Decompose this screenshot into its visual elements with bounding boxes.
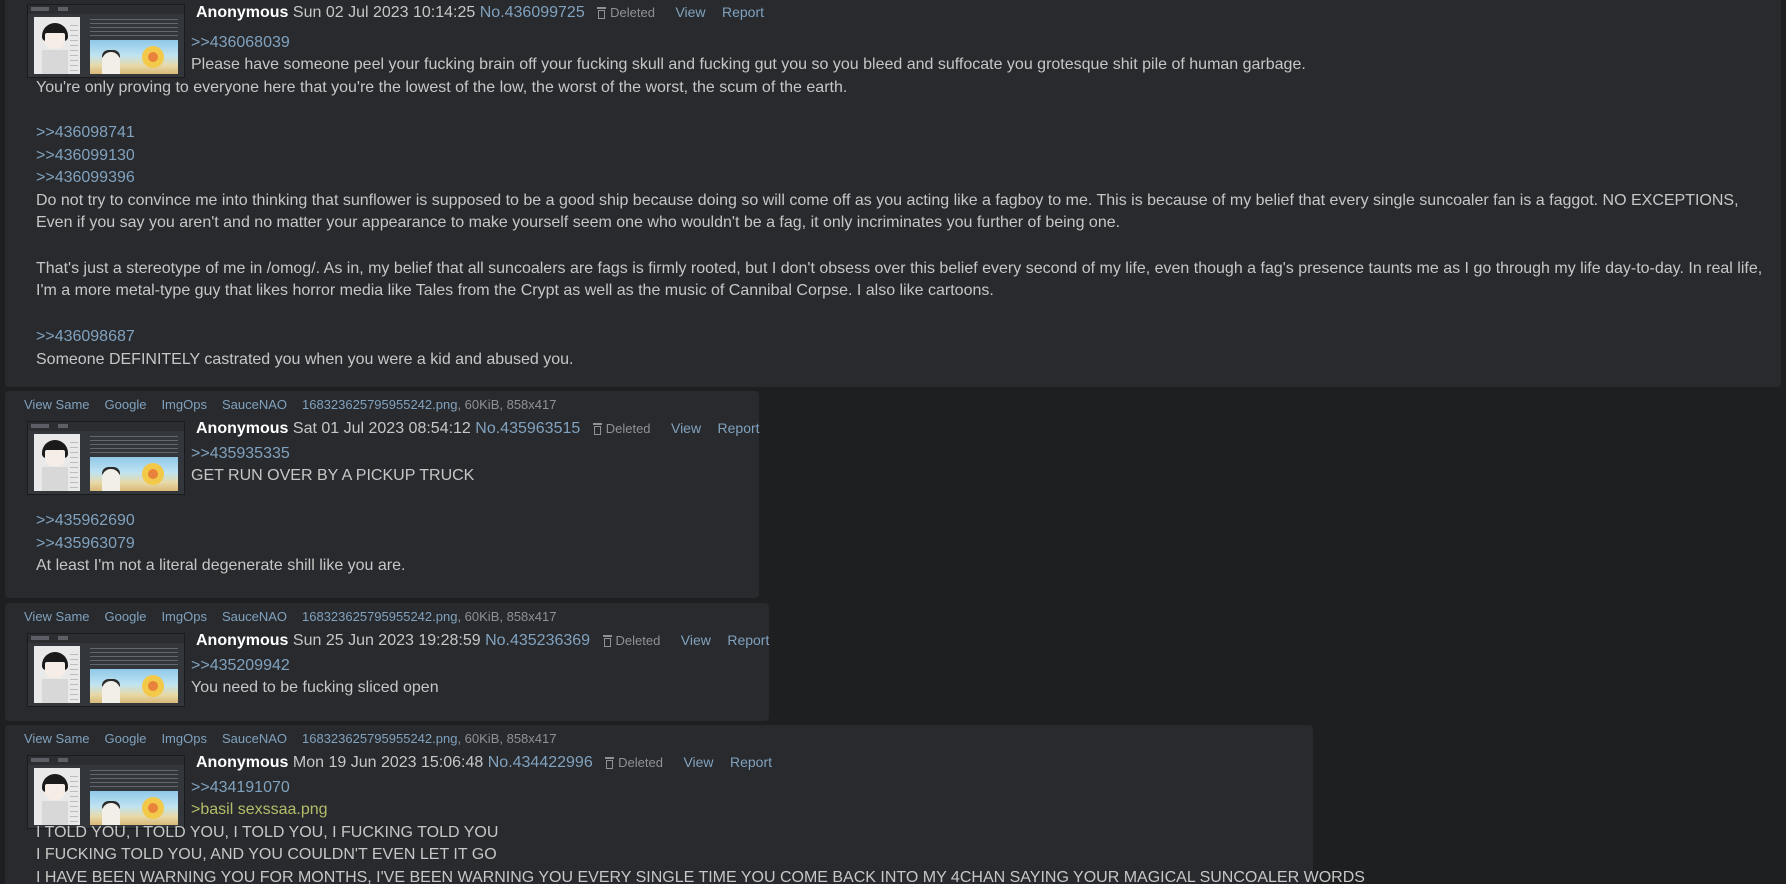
post-header: Anonymous Sun 25 Jun 2023 19:28:59 No.43… (196, 632, 769, 650)
post-text: Do not try to convince me into thinking … (36, 192, 1739, 231)
greentext-line: >basil sexssaa.png (191, 801, 328, 818)
quote-link[interactable]: >>436098687 (36, 326, 135, 348)
post-date: Sun 02 Jul 2023 10:14:25 (292, 4, 476, 21)
google-link[interactable]: Google (105, 731, 147, 746)
quote-link[interactable]: >>436068039 (191, 32, 290, 54)
quote-link[interactable]: >>436099396 (36, 167, 135, 189)
post-thumbnail[interactable] (27, 421, 185, 495)
post-number-link[interactable]: No.436099725 (480, 4, 585, 21)
file-info: View Same Google ImgOps SauceNAO 16832362579… (24, 609, 556, 624)
quote-link[interactable]: >>435209942 (191, 655, 290, 677)
quote-link[interactable]: >>435935335 (191, 443, 290, 465)
post: View Same Google ImgOps SauceNAO 16832362579… (5, 391, 760, 598)
imgops-link[interactable]: ImgOps (161, 731, 207, 746)
google-link[interactable]: Google (105, 609, 147, 624)
report-button[interactable]: Report (718, 420, 760, 436)
file-name-link[interactable]: 168323625795955242.png (302, 397, 457, 412)
post-thumbnail[interactable] (27, 755, 185, 829)
trash-icon (602, 635, 612, 647)
file-name-link[interactable]: 168323625795955242.png (302, 731, 457, 746)
post-date: Sun 25 Jun 2023 19:28:59 (292, 632, 481, 649)
archive-page: Anonymous Sun 02 Jul 2023 10:14:25 No.43… (0, 0, 1786, 884)
post-text: You need to be fucking sliced open (191, 679, 439, 696)
trash-icon (605, 757, 615, 769)
post-text: GET RUN OVER BY A PICKUP TRUCK (191, 467, 475, 484)
poster-name: Anonymous (196, 632, 289, 649)
file-name-link[interactable]: 168323625795955242.png (302, 609, 457, 624)
post-date: Mon 19 Jun 2023 15:06:48 (292, 754, 484, 771)
post: Anonymous Sun 02 Jul 2023 10:14:25 No.43… (5, 0, 1781, 387)
google-link[interactable]: Google (105, 397, 147, 412)
view-button[interactable]: View (681, 632, 711, 648)
file-info: View Same Google ImgOps SauceNAO 16832362579… (24, 397, 556, 412)
quote-link[interactable]: >>434191070 (191, 777, 290, 799)
quote-link[interactable]: >>435962690 (36, 510, 135, 532)
file-meta: , 60KiB, 858x417 (457, 397, 557, 412)
view-same-link[interactable]: View Same (24, 731, 90, 746)
post-text: I TOLD YOU, I TOLD YOU, I TOLD YOU, I FU… (36, 824, 499, 841)
post-header: Anonymous Sun 02 Jul 2023 10:14:25 No.43… (196, 4, 764, 22)
view-button[interactable]: View (671, 420, 701, 436)
post-thumbnail[interactable] (27, 4, 185, 78)
poster-name: Anonymous (196, 4, 289, 21)
view-button[interactable]: View (675, 4, 705, 20)
post-header: Anonymous Mon 19 Jun 2023 15:06:48 No.43… (196, 754, 772, 772)
trash-icon (592, 423, 602, 435)
deleted-indicator: Deleted (602, 633, 660, 648)
post-thumbnail[interactable] (27, 633, 185, 707)
post: View Same Google ImgOps SauceNAO 16832362579… (5, 603, 769, 721)
deleted-indicator: Deleted (605, 755, 663, 770)
post-text: Someone DEFINITELY castrated you when yo… (36, 351, 574, 368)
post-text: I FUCKING TOLD YOU, AND YOU COULDN'T EVE… (36, 846, 497, 863)
deleted-indicator: Deleted (592, 421, 651, 436)
view-same-link[interactable]: View Same (24, 609, 90, 624)
post-text: You're only proving to everyone here tha… (36, 79, 848, 96)
poster-name: Anonymous (196, 420, 289, 437)
report-button[interactable]: Report (727, 632, 769, 648)
post-number-link[interactable]: No.435963515 (475, 420, 580, 437)
quote-link[interactable]: >>436099130 (36, 145, 135, 167)
file-meta: , 60KiB, 858x417 (457, 609, 557, 624)
saucenao-link[interactable]: SauceNAO (222, 397, 287, 412)
deleted-indicator: Deleted (597, 5, 655, 20)
post-text: I HAVE BEEN WARNING YOU FOR MONTHS, I'VE… (36, 869, 1365, 884)
post: View Same Google ImgOps SauceNAO 16832362579… (5, 725, 1365, 884)
report-button[interactable]: Report (722, 4, 764, 20)
post-text: Please have someone peel your fucking br… (191, 56, 1306, 73)
file-info: View Same Google ImgOps SauceNAO 16832362579… (24, 731, 556, 746)
quote-link[interactable]: >>435963079 (36, 533, 135, 555)
imgops-link[interactable]: ImgOps (161, 609, 207, 624)
post-number-link[interactable]: No.434422996 (488, 754, 593, 771)
saucenao-link[interactable]: SauceNAO (222, 731, 287, 746)
post-header: Anonymous Sat 01 Jul 2023 08:54:12 No.43… (196, 420, 760, 438)
report-button[interactable]: Report (730, 754, 772, 770)
post-text: At least I'm not a literal degenerate sh… (36, 557, 406, 574)
view-same-link[interactable]: View Same (24, 397, 90, 412)
view-button[interactable]: View (683, 754, 713, 770)
quote-link[interactable]: >>436098741 (36, 122, 135, 144)
post-number-link[interactable]: No.435236369 (485, 632, 590, 649)
poster-name: Anonymous (196, 754, 289, 771)
post-date: Sat 01 Jul 2023 08:54:12 (292, 420, 471, 437)
saucenao-link[interactable]: SauceNAO (222, 609, 287, 624)
post-text: That's just a stereotype of me in /omog/… (36, 260, 1763, 299)
trash-icon (597, 7, 607, 19)
imgops-link[interactable]: ImgOps (161, 397, 207, 412)
file-meta: , 60KiB, 858x417 (457, 731, 557, 746)
